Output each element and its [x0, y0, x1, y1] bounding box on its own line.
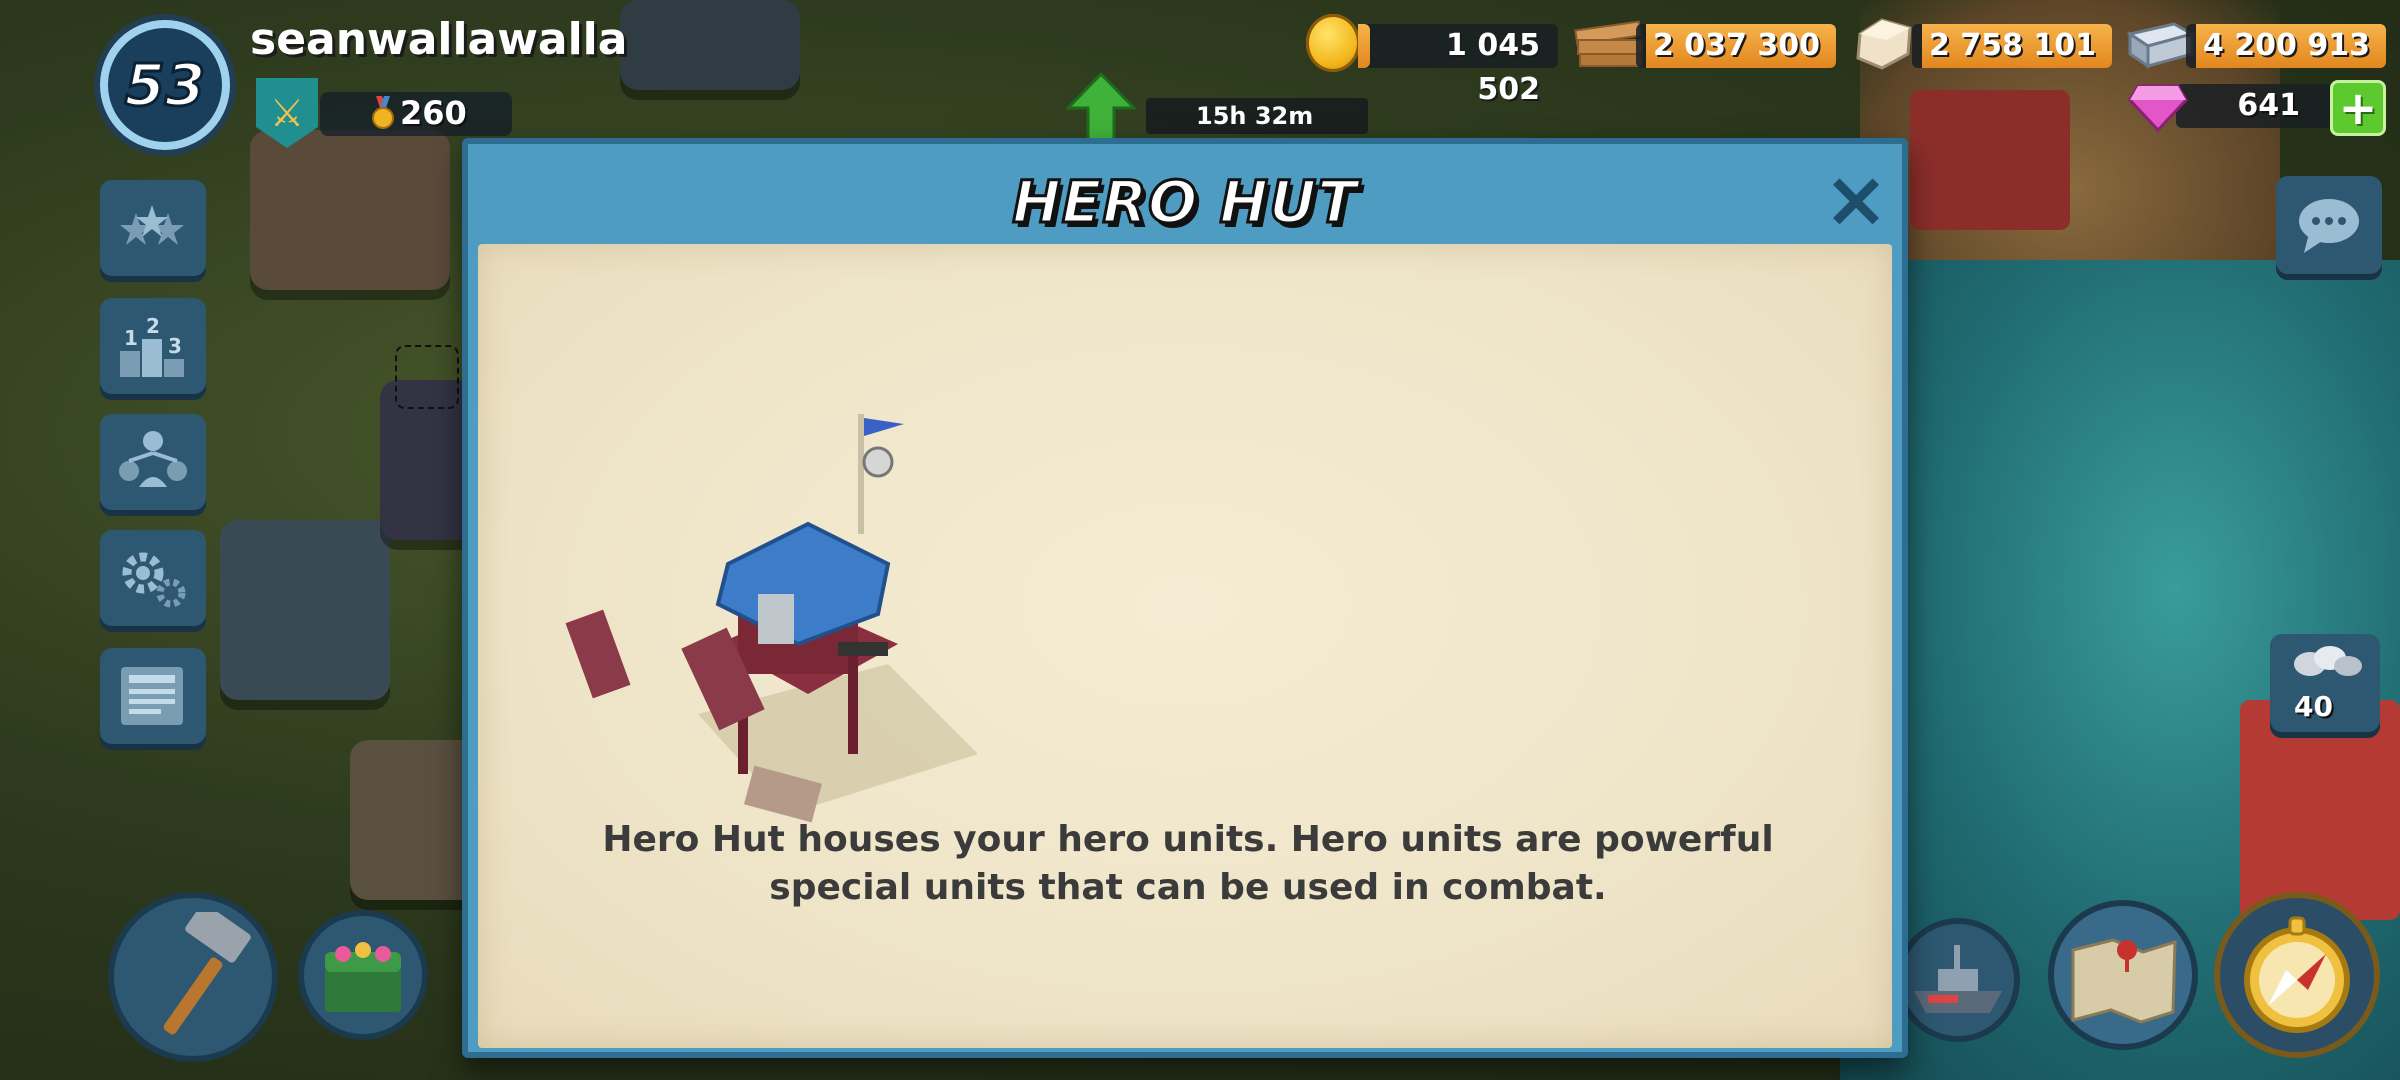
hero-hut-illustration [565, 414, 978, 823]
chat-bubble-icon [2299, 199, 2359, 253]
buy-diamonds-button[interactable]: + [2330, 80, 2386, 136]
settings-icon [122, 552, 186, 608]
svg-text:2: 2 [146, 314, 160, 338]
settings-button[interactable] [100, 530, 206, 626]
upgrade-arrow-icon [1066, 72, 1136, 142]
stone-block-icon [1856, 18, 1912, 70]
gold-amount: 1 045 502 [1446, 28, 1540, 107]
iron-amount: 4 200 913 [2202, 28, 2370, 63]
description-line-1: Hero Hut houses your hero units. Hero un… [602, 819, 1774, 860]
gold-fill [1358, 24, 1370, 68]
leaderboard-icon: 1 2 3 [120, 314, 184, 377]
svg-text:1: 1 [124, 326, 138, 350]
hammer-icon [163, 912, 251, 1035]
troop-count: 40 [2294, 690, 2333, 723]
builder-timer: 15h 32m [1196, 102, 1314, 130]
wood-amount: 2 037 300 [1652, 28, 1820, 63]
landing-craft [2240, 700, 2400, 920]
level-number: 53 [123, 50, 207, 121]
medal-count: 260 [400, 94, 467, 132]
diamond-amount: 641 [2237, 88, 2300, 123]
build-button[interactable] [108, 892, 278, 1062]
description-line-2: special units that can be used in combat… [769, 867, 1607, 908]
task-force-icon [119, 431, 187, 487]
newspaper-icon [121, 667, 183, 725]
dialog-body: Hero Hut houses your hero units. Hero un… [478, 244, 1892, 1048]
stone-amount: 2 758 101 [1928, 28, 2096, 63]
dialog-description: Hero Hut houses your hero units. Hero un… [548, 816, 1828, 912]
sawmill-building [250, 130, 450, 290]
hero-hut-dialog: HERO HUT × Hero Hut houses your hero uni… [462, 138, 1908, 1058]
gold-coin-icon [1306, 14, 1360, 72]
leaderboard-button[interactable]: 1 2 3 [100, 298, 206, 394]
news-button[interactable] [100, 648, 206, 744]
helmets-icon [2294, 646, 2362, 676]
close-icon[interactable]: × [1820, 161, 1892, 239]
red-hut-building [1910, 90, 2070, 230]
task-force-button[interactable] [100, 414, 206, 510]
gunboat-icon [1914, 945, 2002, 1013]
radar-building [620, 0, 800, 90]
svg-text:3: 3 [168, 334, 182, 358]
map-button[interactable] [2048, 900, 2198, 1050]
experience-level-badge[interactable]: 53 [100, 20, 230, 150]
dialog-title: HERO HUT [1011, 167, 1359, 238]
stars-icon [120, 205, 184, 245]
chat-button[interactable] [2276, 176, 2382, 274]
map-icon [2071, 938, 2177, 1024]
full-tag [395, 345, 459, 409]
diamond-icon [2128, 84, 2188, 132]
gunboat-button[interactable] [1896, 918, 2020, 1042]
player-name: seanwallawalla [250, 14, 628, 65]
vault-building [350, 740, 480, 900]
workshop-building [220, 520, 390, 700]
treasure-chest-button[interactable] [298, 910, 428, 1040]
medal-icon [372, 96, 394, 129]
compass-icon [2244, 916, 2350, 1033]
treasure-chest-icon [325, 942, 401, 1012]
attack-button[interactable] [2214, 892, 2380, 1058]
headquarters-menu-button[interactable] [100, 180, 206, 276]
